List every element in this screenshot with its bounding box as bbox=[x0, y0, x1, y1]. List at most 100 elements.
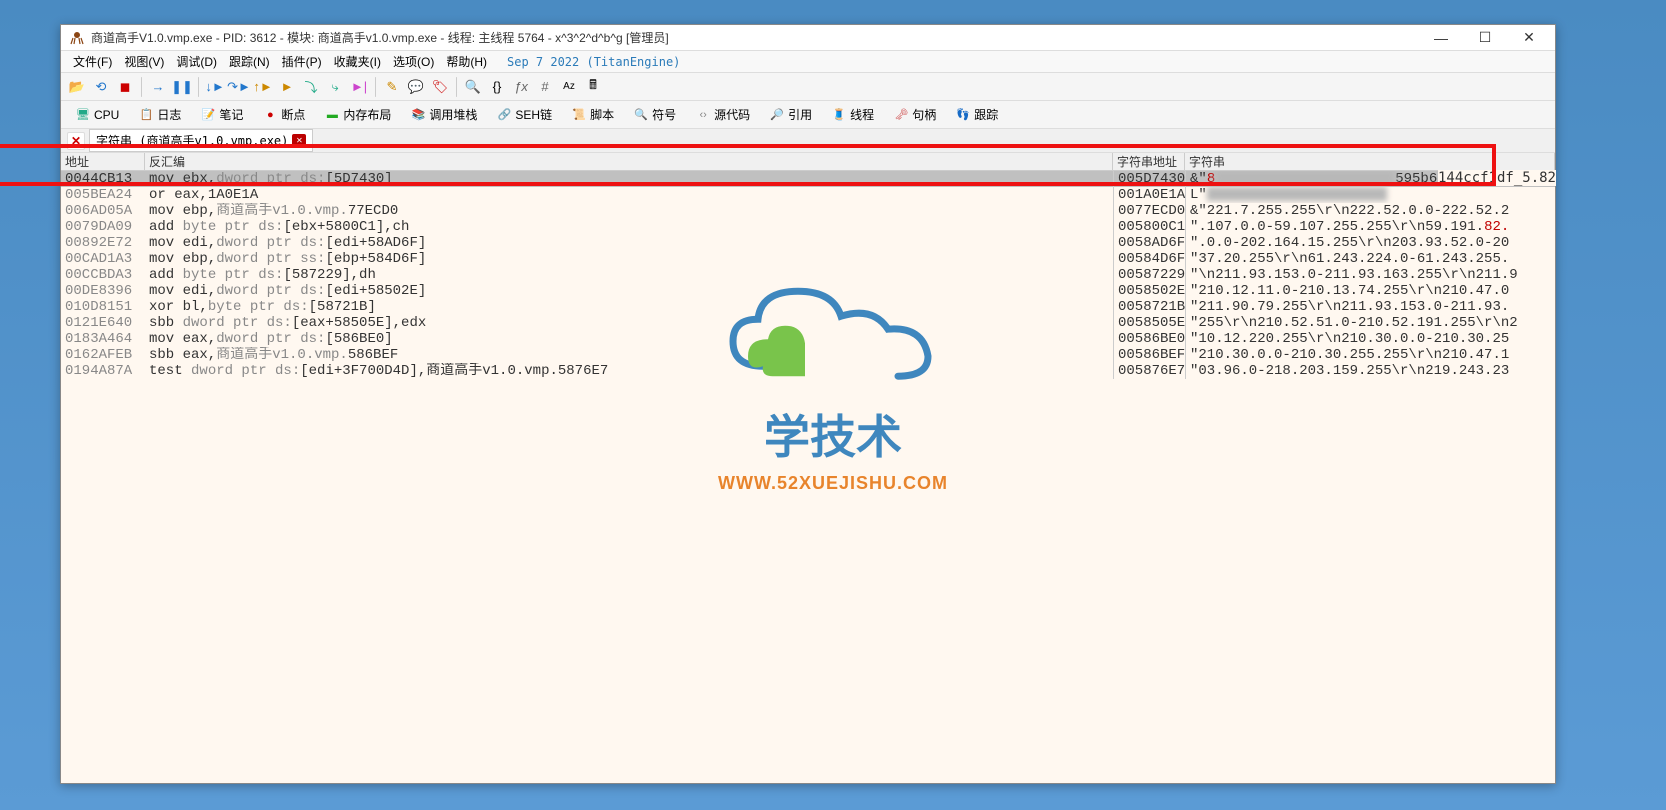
tab-符号[interactable]: 🔍符号 bbox=[625, 102, 685, 127]
tab-label: 日志 bbox=[157, 106, 181, 123]
table-row[interactable]: 00DE8396 mov edi,dword ptr ds:[edi+58502… bbox=[61, 283, 1555, 299]
tab-日志[interactable]: 📋日志 bbox=[130, 102, 190, 127]
cell-address: 00CAD1A3 bbox=[61, 251, 145, 267]
tab-label: 断点 bbox=[281, 106, 305, 123]
step-icon[interactable]: ► bbox=[277, 77, 297, 97]
run-to-icon[interactable]: ►| bbox=[349, 77, 369, 97]
header-string-address[interactable]: 字符串地址 bbox=[1113, 153, 1185, 171]
close-button[interactable]: ✕ bbox=[1511, 28, 1547, 48]
tab-label: 线程 bbox=[850, 106, 874, 123]
menu-help[interactable]: 帮助(H) bbox=[440, 53, 493, 70]
tab-跟踪[interactable]: 👣跟踪 bbox=[947, 102, 1007, 127]
window-title: 商道高手V1.0.vmp.exe - PID: 3612 - 模块: 商道高手v… bbox=[91, 29, 1423, 46]
table-row[interactable]: 0162AFEB sbb eax,商道高手v1.0.vmp.586BEF 005… bbox=[61, 347, 1555, 363]
fx-icon[interactable]: ƒx bbox=[511, 77, 531, 97]
cell-string: "10.12.220.255\r\n210.30.0.0-210.30.25 bbox=[1185, 331, 1555, 347]
table-row[interactable]: 0194A87A test dword ptr ds:[edi+3F700D4D… bbox=[61, 363, 1555, 379]
patch-icon[interactable]: ✎ bbox=[382, 77, 402, 97]
table-row[interactable]: 00CAD1A3 mov ebp,dword ptr ss:[ebp+584D6… bbox=[61, 251, 1555, 267]
maximize-button[interactable]: ☐ bbox=[1467, 28, 1503, 48]
cell-address: 0079DA09 bbox=[61, 219, 145, 235]
table-row[interactable]: 0044CB13 mov ebx,dword ptr ds:[5D7430] 0… bbox=[61, 171, 1555, 187]
table-row[interactable]: 0079DA09 add byte ptr ds:[ebx+5800C1],ch… bbox=[61, 219, 1555, 235]
tab-label: SEH链 bbox=[515, 106, 552, 123]
step-into-icon[interactable]: ↓► bbox=[205, 77, 225, 97]
cell-address: 0183A464 bbox=[61, 331, 145, 347]
cell-string-address: 00586BE0 bbox=[1113, 331, 1185, 347]
cell-address: 006AD05A bbox=[61, 203, 145, 219]
cell-disasm: sbb dword ptr ds:[eax+58505E],edx bbox=[145, 315, 1113, 331]
table-row[interactable]: 0183A464 mov eax,dword ptr ds:[586BE0] 0… bbox=[61, 331, 1555, 347]
table-row[interactable]: 005BEA24 or eax,1A0E1A 001A0E1A L" bbox=[61, 187, 1555, 203]
tab-脚本[interactable]: 📜脚本 bbox=[563, 102, 623, 127]
tab-label: CPU bbox=[94, 108, 119, 122]
tab-label: 源代码 bbox=[714, 106, 750, 123]
hash-icon[interactable]: # bbox=[535, 77, 555, 97]
cell-string: ".0.0-202.164.15.255\r\n203.93.52.0-20 bbox=[1185, 235, 1555, 251]
table-row[interactable]: 0121E640 sbb dword ptr ds:[eax+58505E],e… bbox=[61, 315, 1555, 331]
step-over-icon[interactable]: ↷► bbox=[229, 77, 249, 97]
minimize-button[interactable]: — bbox=[1423, 28, 1459, 48]
stop-icon[interactable]: ◼ bbox=[115, 77, 135, 97]
cell-disasm: mov edi,dword ptr ds:[edi+58502E] bbox=[145, 283, 1113, 299]
az-icon[interactable]: Az bbox=[559, 77, 579, 97]
menu-options[interactable]: 选项(O) bbox=[387, 53, 440, 70]
step-out-icon[interactable]: ↑► bbox=[253, 77, 273, 97]
bookmark-icon[interactable]: 🏷 bbox=[430, 77, 450, 97]
menu-trace[interactable]: 跟踪(N) bbox=[223, 53, 276, 70]
cell-string: &"221.7.255.255\r\n222.52.0.0-222.52.2 bbox=[1185, 203, 1555, 219]
calc-icon[interactable]: 🖩 bbox=[583, 77, 603, 97]
table-row[interactable]: 00CCBDA3 add byte ptr ds:[587229],dh 005… bbox=[61, 267, 1555, 283]
trace-into-icon[interactable]: ⤵ bbox=[301, 77, 321, 97]
cell-disasm: sbb eax,商道高手v1.0.vmp.586BEF bbox=[145, 347, 1113, 363]
cell-string: "211.90.79.255\r\n211.93.153.0-211.93. bbox=[1185, 299, 1555, 315]
cell-disasm: add byte ptr ds:[587229],dh bbox=[145, 267, 1113, 283]
cell-address: 010D8151 bbox=[61, 299, 145, 315]
tab-源代码[interactable]: ‹›源代码 bbox=[687, 102, 759, 127]
tab-线程[interactable]: 🧵 线程 bbox=[823, 102, 883, 127]
tab-SEH链[interactable]: 🔗SEH链 bbox=[488, 102, 561, 127]
tab-句柄[interactable]: 🗝句柄 bbox=[885, 102, 945, 127]
header-disasm[interactable]: 反汇编 bbox=[145, 153, 1113, 171]
tab-内存布局[interactable]: ▬内存布局 bbox=[316, 102, 400, 127]
search-icon[interactable]: 🔍 bbox=[463, 77, 483, 97]
tab-CPU[interactable]: 🖥CPU bbox=[67, 104, 128, 126]
subtab-strings[interactable]: 字符串 (商道高手v1.0.vmp.exe) ✕ bbox=[89, 129, 313, 152]
cell-string: "210.30.0.0-210.30.255.255\r\n210.47.1 bbox=[1185, 347, 1555, 363]
cell-address: 00DE8396 bbox=[61, 283, 145, 299]
menu-debug[interactable]: 调试(D) bbox=[170, 53, 223, 70]
comment-icon[interactable]: 💬 bbox=[406, 77, 426, 97]
menu-favorites[interactable]: 收藏夹(I) bbox=[328, 53, 387, 70]
tab-断点[interactable]: ●断点 bbox=[254, 102, 314, 127]
subtab-close-icon[interactable]: ✕ bbox=[292, 134, 306, 148]
close-tab-button[interactable]: ✕ bbox=[67, 132, 85, 150]
script-icon[interactable]: {} bbox=[487, 77, 507, 97]
subtab-bar: ✕ 字符串 (商道高手v1.0.vmp.exe) ✕ bbox=[61, 129, 1555, 153]
tab-icon: 👣 bbox=[956, 108, 970, 122]
folder-open-icon[interactable]: 📂 bbox=[67, 77, 87, 97]
table-row[interactable]: 010D8151 xor bl,byte ptr ds:[58721B] 005… bbox=[61, 299, 1555, 315]
menu-file[interactable]: 文件(F) bbox=[67, 53, 118, 70]
table-row[interactable]: 00892E72 mov edi,dword ptr ds:[edi+58AD6… bbox=[61, 235, 1555, 251]
cell-string: ".107.0.0-59.107.255.255\r\n59.191.82. bbox=[1185, 219, 1555, 235]
menu-view[interactable]: 视图(V) bbox=[118, 53, 170, 70]
tab-引用[interactable]: 🔎引用 bbox=[761, 102, 821, 127]
refresh-icon[interactable]: ⟲ bbox=[91, 77, 111, 97]
tab-笔记[interactable]: 📝笔记 bbox=[192, 102, 252, 127]
header-string[interactable]: 字符串 bbox=[1185, 153, 1555, 171]
run-icon[interactable]: → bbox=[148, 77, 168, 97]
header-address[interactable]: 地址 bbox=[61, 153, 145, 171]
tab-icon: 🧵 bbox=[832, 108, 846, 122]
cell-string-address: 00586BEF bbox=[1113, 347, 1185, 363]
cell-string-address: 005D7430 bbox=[1113, 171, 1185, 187]
tab-icon: 📚 bbox=[411, 108, 425, 122]
table-row[interactable]: 006AD05A mov ebp,商道高手v1.0.vmp.77ECD0 007… bbox=[61, 203, 1555, 219]
cell-string-address: 0058505E bbox=[1113, 315, 1185, 331]
trace-over-icon[interactable]: ⤷ bbox=[325, 77, 345, 97]
cell-disasm: add byte ptr ds:[ebx+5800C1],ch bbox=[145, 219, 1113, 235]
pause-icon[interactable]: ❚❚ bbox=[172, 77, 192, 97]
tab-调用堆栈[interactable]: 📚调用堆栈 bbox=[402, 102, 486, 127]
menu-plugin[interactable]: 插件(P) bbox=[276, 53, 328, 70]
content-area: 地址 反汇编 字符串地址 字符串 0044CB13 mov ebx,dword … bbox=[61, 153, 1555, 783]
tab-label: 内存布局 bbox=[343, 106, 391, 123]
